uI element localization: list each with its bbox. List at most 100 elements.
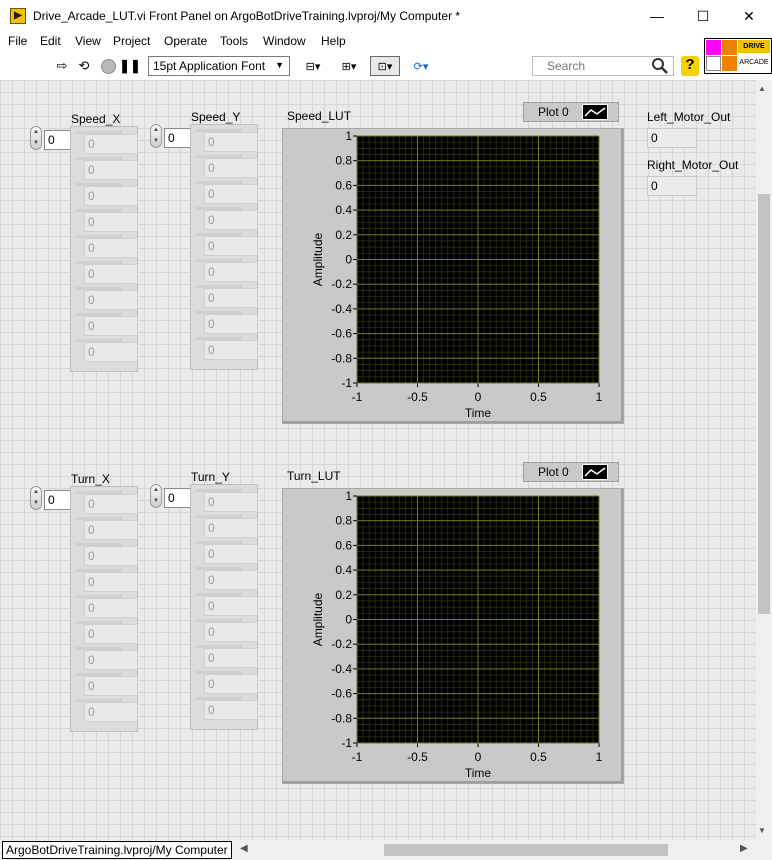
- turn-x-element: 0: [84, 494, 138, 514]
- scroll-down-icon[interactable]: ▼: [758, 826, 766, 835]
- y-tick-label: 0.4: [335, 203, 352, 217]
- y-tick-label: 0: [345, 613, 352, 627]
- maximize-button[interactable]: ☐: [680, 0, 726, 32]
- increment-icon[interactable]: ▲: [153, 127, 159, 133]
- y-tick-label: 1: [345, 129, 352, 143]
- speed-lut-graph: -1 -0.5 0 0.5 1 1 0.8 0.6 0.4 0.2 0 -0.2 -0.4 -0.6 -0.…: [311, 129, 603, 420]
- turn-x-element: 0: [84, 702, 138, 722]
- turn-x-element: 0: [84, 676, 138, 696]
- speed-y-index-spinner[interactable]: ▲ ▼: [150, 124, 162, 148]
- speed-y-element: 0: [204, 340, 258, 360]
- turn-y-element: 0: [204, 648, 258, 668]
- y-tick-label: -0.4: [331, 662, 352, 676]
- speed-x-element: 0: [84, 134, 138, 154]
- x-tick-label: -1: [352, 390, 363, 404]
- run-arrow-icon[interactable]: ⇨: [52, 56, 72, 76]
- speed-y-element: 0: [204, 132, 258, 152]
- y-tick-label: 0.6: [335, 538, 352, 552]
- minimize-button[interactable]: —: [634, 0, 680, 32]
- turn-x-index-spinner[interactable]: ▲ ▼: [30, 486, 42, 510]
- turn-y-element: 0: [204, 544, 258, 564]
- turn-y-element: 0: [204, 518, 258, 538]
- speed-x-element: 0: [84, 160, 138, 180]
- y-tick-label: 0: [345, 253, 352, 267]
- right-motor-out-label: Right_Motor_Out: [647, 158, 739, 172]
- abort-execution-icon[interactable]: [98, 56, 118, 76]
- context-help-icon[interactable]: ?: [681, 56, 699, 76]
- turn-x-element: 0: [84, 650, 138, 670]
- speed-x-element: 0: [84, 186, 138, 206]
- plot-line-icon: [582, 464, 608, 480]
- decrement-icon[interactable]: ▼: [153, 498, 159, 504]
- menu-operate[interactable]: Operate: [164, 34, 207, 48]
- speed-x-element: 0: [84, 316, 138, 336]
- font-select[interactable]: 15pt Application Font ▼: [148, 56, 290, 76]
- turn-lut-graph: -1 -0.5 0 0.5 1 1 0.8 0.6 0.4 0.2 0 -0.2 -0.4 -0.6 -0.…: [311, 489, 603, 780]
- vi-icon-text: DRIVE: [738, 40, 770, 53]
- speed-x-element: 0: [84, 264, 138, 284]
- y-tick-label: -0.2: [331, 277, 352, 291]
- distribute-objects-icon[interactable]: ⊞▾: [334, 56, 364, 76]
- horizontal-scroll-thumb[interactable]: [384, 844, 668, 856]
- menu-file[interactable]: File: [8, 34, 27, 48]
- x-tick-label: -1: [352, 750, 363, 764]
- turn-y-element: 0: [204, 492, 258, 512]
- speed-y-element: 0: [204, 184, 258, 204]
- speed-y-element: 0: [204, 262, 258, 282]
- plot-line-icon: [582, 104, 608, 120]
- scroll-right-icon[interactable]: ▶: [740, 843, 748, 854]
- close-button[interactable]: ✕: [726, 0, 772, 32]
- x-tick-label: 1: [596, 390, 603, 404]
- y-tick-label: 0.4: [335, 563, 352, 577]
- y-tick-label: -1: [341, 736, 352, 750]
- speed-y-label: Speed_Y: [191, 110, 241, 124]
- turn-y-index-spinner[interactable]: ▲ ▼: [150, 484, 162, 508]
- menu-project[interactable]: Project: [113, 34, 150, 48]
- chevron-down-icon: ▼: [275, 60, 284, 70]
- y-tick-label: -1: [341, 376, 352, 390]
- vertical-scroll-thumb[interactable]: [758, 194, 770, 614]
- decrement-icon[interactable]: ▼: [153, 138, 159, 144]
- speed-x-element: 0: [84, 342, 138, 362]
- font-select-value: 15pt Application Font: [153, 59, 266, 73]
- menu-view[interactable]: View: [75, 34, 101, 48]
- graph-label-turn-lut: Turn_LUT: [287, 469, 341, 483]
- turn-x-element: 0: [84, 624, 138, 644]
- graph-label-speed-lut: Speed_LUT: [287, 109, 352, 123]
- plot-legend[interactable]: Plot 0: [523, 102, 619, 122]
- pause-icon[interactable]: ❚❚: [119, 56, 141, 76]
- speed-x-element: 0: [84, 290, 138, 310]
- vi-icon: DRIVE ARCADE: [704, 38, 772, 74]
- x-tick-label: -0.5: [407, 390, 428, 404]
- turn-x-element: 0: [84, 598, 138, 618]
- resize-objects-icon[interactable]: ⊡▾: [370, 56, 400, 76]
- plot-legend-label: Plot 0: [538, 465, 569, 479]
- y-tick-label: -0.6: [331, 327, 352, 341]
- vi-icon-connector: [706, 56, 721, 71]
- turn-x-label: Turn_X: [71, 472, 110, 486]
- menu-window[interactable]: Window: [263, 34, 306, 48]
- increment-icon[interactable]: ▲: [33, 129, 39, 135]
- align-objects-icon[interactable]: ⊟▾: [298, 56, 328, 76]
- reorder-icon[interactable]: ⟳▾: [406, 56, 436, 76]
- vi-icon-connector: [722, 40, 737, 55]
- search-icon[interactable]: [650, 56, 670, 76]
- y-tick-label: -0.8: [331, 711, 352, 725]
- menu-help[interactable]: Help: [321, 34, 346, 48]
- menu-edit[interactable]: Edit: [40, 34, 61, 48]
- increment-icon[interactable]: ▲: [153, 487, 159, 493]
- decrement-icon[interactable]: ▼: [33, 140, 39, 146]
- y-tick-label: 0.8: [335, 514, 352, 528]
- menu-tools[interactable]: Tools: [220, 34, 248, 48]
- increment-icon[interactable]: ▲: [33, 489, 39, 495]
- speed-x-index-spinner[interactable]: ▲ ▼: [30, 126, 42, 150]
- turn-y-element: 0: [204, 674, 258, 694]
- plot-legend[interactable]: Plot 0: [523, 462, 619, 482]
- y-axis-label: Amplitude: [311, 593, 325, 647]
- scroll-left-icon[interactable]: ◀: [240, 843, 248, 854]
- scroll-up-icon[interactable]: ▲: [758, 84, 766, 93]
- speed-x-label: Speed_X: [71, 112, 121, 126]
- run-continuously-icon[interactable]: ⟲: [74, 56, 94, 76]
- right-motor-out-indicator: 0: [647, 176, 697, 196]
- decrement-icon[interactable]: ▼: [33, 500, 39, 506]
